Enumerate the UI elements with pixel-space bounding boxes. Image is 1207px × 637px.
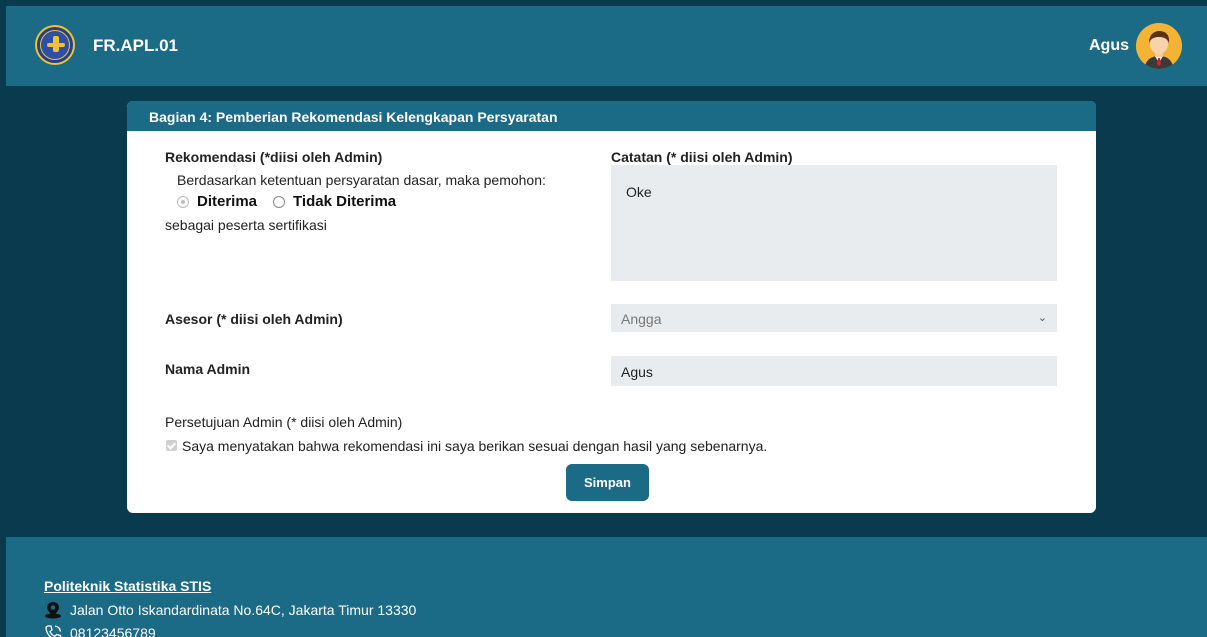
- nama-admin-label: Nama Admin: [165, 361, 251, 377]
- asesor-label: Asesor (* diisi oleh Admin): [165, 311, 343, 327]
- phone-icon: [45, 625, 62, 637]
- footer-address-text: Jalan Otto Iskandardinata No.64C, Jakart…: [70, 602, 417, 618]
- rekomendasi-intro: Berdasarkan ketentuan persyaratan dasar,…: [177, 172, 546, 188]
- rekomendasi-suffix: sebagai peserta sertifikasi: [165, 217, 327, 233]
- radio-diterima[interactable]: [177, 195, 189, 208]
- nama-admin-field[interactable]: Agus: [611, 356, 1057, 386]
- catatan-label: Catatan (* diisi oleh Admin): [611, 149, 793, 165]
- persetujuan-statement[interactable]: Saya menyatakan bahwa rekomendasi ini sa…: [182, 438, 767, 454]
- user-name[interactable]: Agus: [1089, 37, 1129, 55]
- recommendation-radio-group: Diterima Tidak Diterima: [177, 193, 396, 210]
- footer-phone-text: 08123456789: [70, 625, 156, 637]
- chevron-down-icon: ⌄: [1037, 312, 1047, 324]
- stis-logo-icon[interactable]: [35, 25, 75, 65]
- asesor-selected-value: Angga: [621, 311, 662, 327]
- asesor-select[interactable]: Angga ⌄: [611, 304, 1057, 332]
- persetujuan-checkbox[interactable]: [166, 440, 177, 451]
- user-avatar-icon: [1136, 23, 1182, 69]
- radio-diterima-label[interactable]: Diterima: [197, 193, 257, 210]
- avatar[interactable]: [1136, 23, 1182, 69]
- radio-tidak-diterima-label[interactable]: Tidak Diterima: [293, 193, 396, 210]
- footer-address: Jalan Otto Iskandardinata No.64C, Jakart…: [44, 601, 416, 619]
- location-pin-icon: [45, 602, 61, 619]
- footer: Politeknik Statistika STIS Jalan Otto Is…: [6, 537, 1207, 637]
- rekomendasi-label: Rekomendasi (*diisi oleh Admin): [165, 149, 383, 165]
- radio-tidak-diterima[interactable]: [273, 195, 286, 208]
- card-header: Bagian 4: Pemberian Rekomendasi Kelengka…: [127, 101, 1096, 131]
- page-title: FR.APL.01: [93, 36, 179, 55]
- catatan-textarea[interactable]: Oke: [611, 165, 1057, 281]
- institution-link[interactable]: Politeknik Statistika STIS: [44, 578, 211, 594]
- footer-phone: 08123456789: [44, 624, 156, 637]
- app-header: FR.APL.01 Agus: [6, 6, 1207, 86]
- persetujuan-label: Persetujuan Admin (* diisi oleh Admin): [165, 414, 403, 430]
- simpan-button[interactable]: Simpan: [566, 464, 649, 501]
